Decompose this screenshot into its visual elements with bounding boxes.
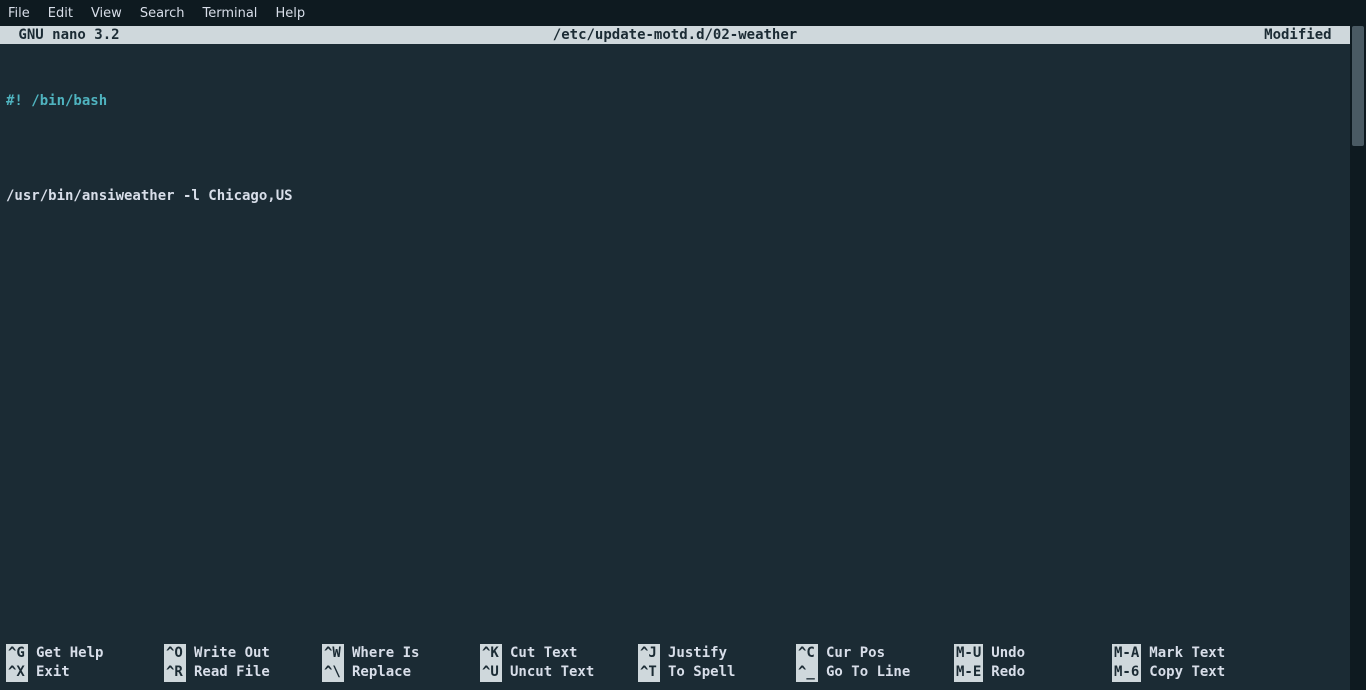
shortcut-uncut-text[interactable]: ^U Uncut Text — [480, 663, 638, 682]
shortcut-key: ^_ — [796, 663, 818, 682]
shortcut-key: ^U — [480, 663, 502, 682]
shebang-prefix: #! — [6, 93, 23, 109]
shortcut-label: Get Help — [36, 644, 103, 663]
shortcut-label: Justify — [668, 644, 727, 663]
shortcut-label: Cut Text — [510, 644, 577, 663]
shortcut-label: Read File — [194, 663, 270, 682]
shortcut-cut-text[interactable]: ^K Cut Text — [480, 644, 638, 663]
shortcut-get-help[interactable]: ^G Get Help — [6, 644, 164, 663]
nano-shortcut-footer: ^G Get Help ^O Write Out ^W Where Is ^K Cut … — [0, 644, 1350, 682]
shortcut-row-1: ^G Get Help ^O Write Out ^W Where Is ^K Cut … — [6, 644, 1344, 663]
shortcut-key: M-E — [954, 663, 983, 682]
shortcut-exit[interactable]: ^X Exit — [6, 663, 164, 682]
shortcut-justify[interactable]: ^J Justify — [638, 644, 796, 663]
shortcut-label: Copy Text — [1149, 663, 1225, 682]
shortcut-key: M-A — [1112, 644, 1141, 663]
shortcut-key: ^W — [322, 644, 344, 663]
editor-area[interactable]: #! /bin/bash /usr/bin/ansiweather -l Chi… — [0, 44, 1366, 225]
scrollbar-thumb[interactable] — [1352, 26, 1364, 146]
editor-line-3[interactable]: /usr/bin/ansiweather -l Chicago,US — [6, 187, 1360, 206]
shortcut-label: Replace — [352, 663, 411, 682]
shortcut-to-spell[interactable]: ^T To Spell — [638, 663, 796, 682]
shortcut-key: ^R — [164, 663, 186, 682]
shortcut-label: Where Is — [352, 644, 419, 663]
shortcut-cur-pos[interactable]: ^C Cur Pos — [796, 644, 954, 663]
menu-search[interactable]: Search — [140, 6, 185, 21]
shortcut-label: Redo — [991, 663, 1025, 682]
shortcut-key: ^T — [638, 663, 660, 682]
shortcut-replace[interactable]: ^\ Replace — [322, 663, 480, 682]
shortcut-write-out[interactable]: ^O Write Out — [164, 644, 322, 663]
nano-filename: /etc/update-motd.d/02-weather — [553, 26, 797, 44]
window-menubar: File Edit View Search Terminal Help — [0, 0, 1366, 26]
terminal-scrollbar[interactable] — [1350, 26, 1366, 690]
menu-file[interactable]: File — [8, 6, 30, 21]
nano-modified-status: Modified — [1264, 26, 1340, 44]
nano-title-bar: GNU nano 3.2 /etc/update-motd.d/02-weath… — [0, 26, 1350, 44]
shortcut-read-file[interactable]: ^R Read File — [164, 663, 322, 682]
menu-edit[interactable]: Edit — [48, 6, 73, 21]
shebang-rest: /bin/bash — [23, 93, 107, 109]
shortcut-key: ^J — [638, 644, 660, 663]
shortcut-redo[interactable]: M-E Redo — [954, 663, 1112, 682]
shortcut-row-2: ^X Exit ^R Read File ^\ Replace ^U Uncut Tex… — [6, 663, 1344, 682]
shortcut-label: Go To Line — [826, 663, 910, 682]
shortcut-label: Undo — [991, 644, 1025, 663]
shortcut-label: Uncut Text — [510, 663, 594, 682]
shortcut-where-is[interactable]: ^W Where Is — [322, 644, 480, 663]
shortcut-key: ^C — [796, 644, 818, 663]
shortcut-key: ^X — [6, 663, 28, 682]
shortcut-key: M-U — [954, 644, 983, 663]
shortcut-key: ^K — [480, 644, 502, 663]
shortcut-label: Cur Pos — [826, 644, 885, 663]
shortcut-undo[interactable]: M-U Undo — [954, 644, 1112, 663]
shortcut-mark-text[interactable]: M-A Mark Text — [1112, 644, 1270, 663]
shortcut-key: ^\ — [322, 663, 344, 682]
editor-line-1[interactable]: #! /bin/bash — [6, 92, 1360, 111]
shortcut-label: Exit — [36, 663, 70, 682]
shortcut-label: Mark Text — [1149, 644, 1225, 663]
menu-terminal[interactable]: Terminal — [202, 6, 257, 21]
shortcut-go-to-line[interactable]: ^_ Go To Line — [796, 663, 954, 682]
menu-help[interactable]: Help — [275, 6, 305, 21]
menu-view[interactable]: View — [91, 6, 122, 21]
shortcut-key: ^O — [164, 644, 186, 663]
shortcut-copy-text[interactable]: M-6 Copy Text — [1112, 663, 1270, 682]
shortcut-key: M-6 — [1112, 663, 1141, 682]
shortcut-label: To Spell — [668, 663, 735, 682]
shortcut-key: ^G — [6, 644, 28, 663]
nano-version: GNU nano 3.2 — [10, 26, 120, 44]
shortcut-label: Write Out — [194, 644, 270, 663]
